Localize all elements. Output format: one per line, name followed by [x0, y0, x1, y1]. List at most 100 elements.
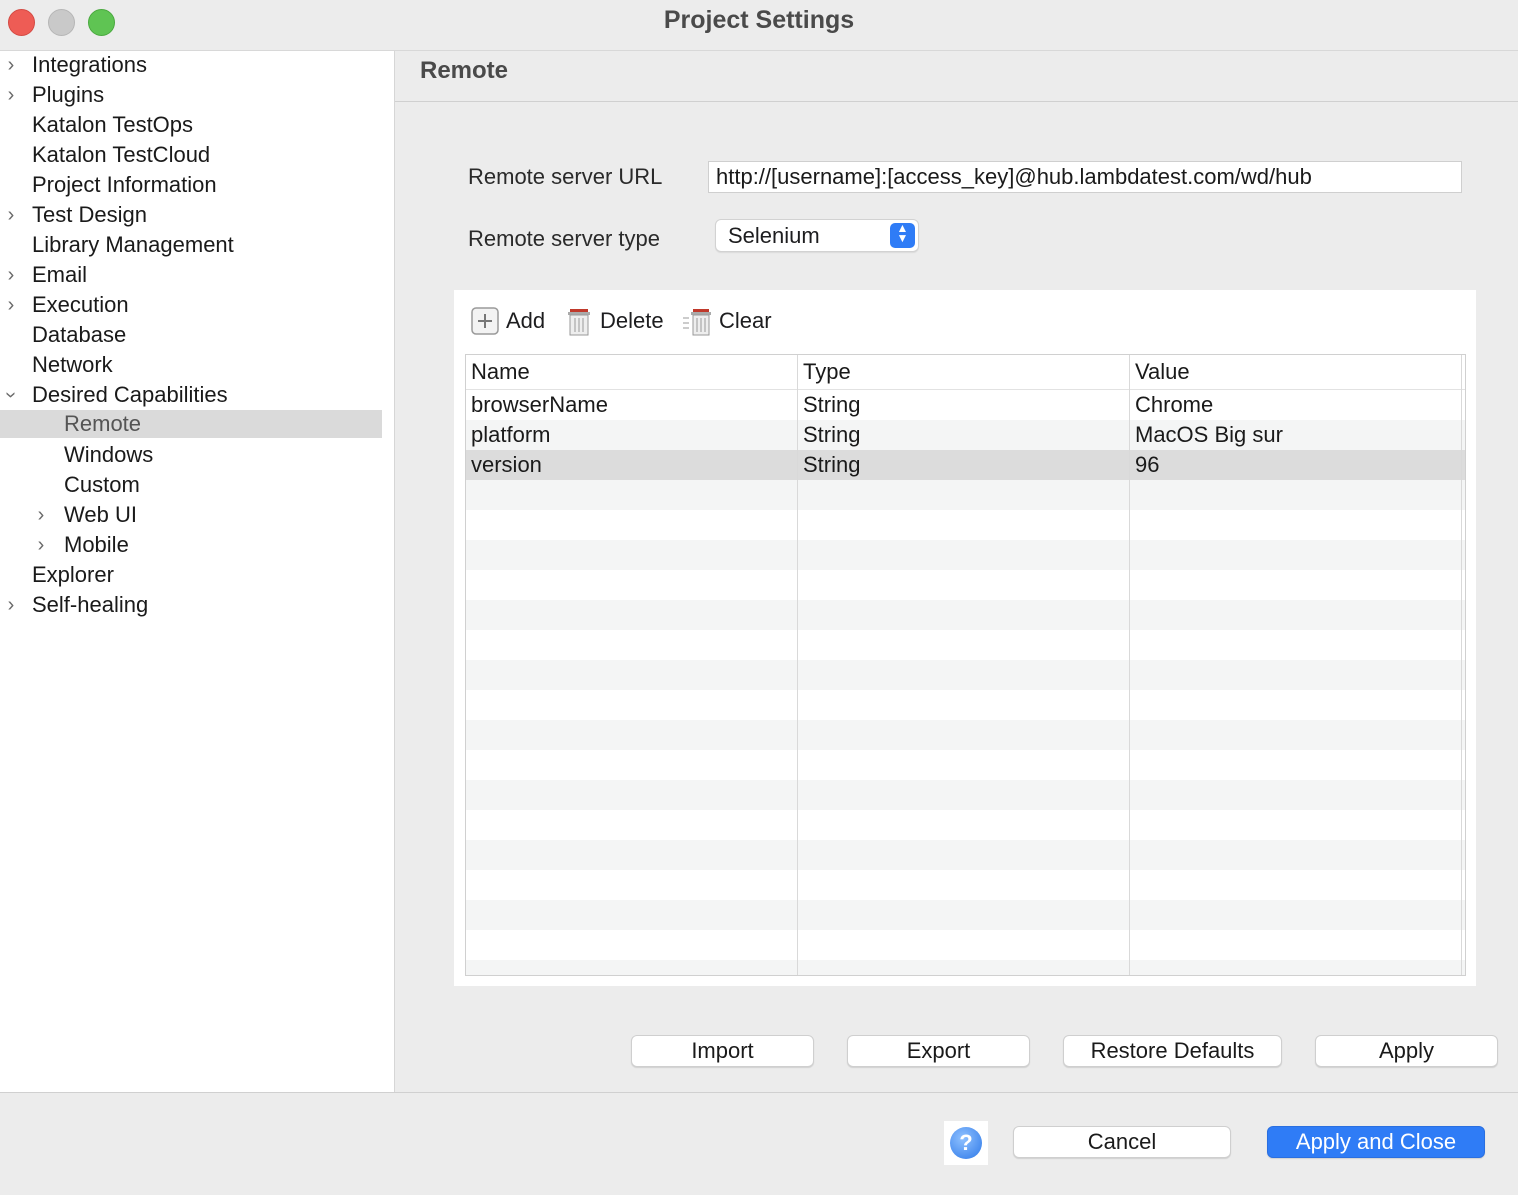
- chevron-right-icon[interactable]: ›: [0, 51, 22, 79]
- restore-defaults-button[interactable]: Restore Defaults: [1063, 1035, 1282, 1067]
- tree-item-label: Plugins: [32, 82, 105, 107]
- tree-item-self-healing[interactable]: › Self-healing: [0, 591, 382, 619]
- capabilities-table: Name Type Value browserName String Chrom…: [465, 354, 1466, 976]
- settings-tree: › Integrations › Plugins Katalon TestOps…: [0, 51, 395, 1092]
- tree-item-label: Execution: [32, 292, 129, 317]
- remote-type-label: Remote server type: [468, 226, 660, 251]
- chevron-right-icon[interactable]: ›: [0, 591, 22, 619]
- tree-item-network[interactable]: Network: [0, 351, 382, 379]
- trash-icon: [568, 309, 590, 336]
- export-button[interactable]: Export: [847, 1035, 1030, 1067]
- empty-row: [466, 630, 1465, 660]
- cell-value[interactable]: 96: [1135, 451, 1159, 479]
- empty-row: [466, 750, 1465, 780]
- tree-item-label: Self-healing: [32, 592, 149, 617]
- delete-button[interactable]: Delete: [564, 304, 674, 338]
- tree-item-execution[interactable]: › Execution: [0, 291, 382, 319]
- tree-item-plugins[interactable]: › Plugins: [0, 81, 382, 109]
- apply-button[interactable]: Apply: [1315, 1035, 1498, 1067]
- empty-row: [466, 720, 1465, 750]
- column-header-value[interactable]: Value: [1135, 358, 1190, 386]
- tree-item-label: Library Management: [32, 232, 234, 257]
- cell-name[interactable]: platform: [471, 421, 550, 449]
- page-title: Remote: [420, 57, 509, 84]
- tree-item-project-information[interactable]: Project Information: [0, 171, 382, 199]
- tree-item-label: Custom: [64, 472, 140, 497]
- tree-item-database[interactable]: Database: [0, 321, 382, 349]
- tree-item-web-ui[interactable]: › Web UI: [0, 501, 382, 529]
- table-header: Name Type Value: [466, 355, 1465, 390]
- empty-row: [466, 900, 1465, 930]
- remote-type-value: Selenium: [728, 223, 820, 248]
- chevron-right-icon[interactable]: ›: [0, 201, 22, 229]
- add-label: Add: [506, 308, 546, 333]
- column-divider: [797, 355, 798, 975]
- chevron-right-icon[interactable]: ›: [0, 81, 22, 109]
- empty-row: [466, 810, 1465, 840]
- cell-type[interactable]: String: [803, 421, 860, 449]
- remote-url-label: Remote server URL: [468, 164, 663, 189]
- cancel-button[interactable]: Cancel: [1013, 1126, 1231, 1158]
- tree-item-label: Mobile: [64, 532, 129, 557]
- cell-type[interactable]: String: [803, 391, 860, 419]
- column-header-name[interactable]: Name: [471, 358, 530, 386]
- dialog-footer: ? Cancel Apply and Close: [0, 1092, 1518, 1195]
- settings-page: Remote Remote server URL Remote server t…: [395, 51, 1518, 1092]
- tree-item-remote[interactable]: Remote: [0, 410, 382, 438]
- import-button[interactable]: Import: [631, 1035, 814, 1067]
- cell-value[interactable]: MacOS Big sur: [1135, 421, 1283, 449]
- table-row-selected[interactable]: version String 96: [466, 450, 1465, 480]
- cell-type[interactable]: String: [803, 451, 860, 479]
- chevron-right-icon[interactable]: ›: [0, 291, 22, 319]
- tree-item-label: Windows: [64, 442, 154, 467]
- chevron-right-icon[interactable]: ›: [30, 531, 52, 559]
- cell-value[interactable]: Chrome: [1135, 391, 1213, 419]
- apply-and-close-button[interactable]: Apply and Close: [1267, 1126, 1485, 1158]
- remote-url-input[interactable]: [708, 161, 1462, 193]
- tree-item-email[interactable]: › Email: [0, 261, 382, 289]
- clear-all-icon: [683, 309, 711, 336]
- tree-item-library-management[interactable]: Library Management: [0, 231, 382, 259]
- tree-item-custom[interactable]: Custom: [0, 471, 382, 499]
- tree-item-label: Test Design: [32, 202, 147, 227]
- help-button[interactable]: ?: [944, 1121, 988, 1165]
- select-stepper-icon: ▲ ▼: [890, 222, 915, 248]
- tree-item-label: Network: [32, 352, 113, 377]
- column-header-type[interactable]: Type: [803, 358, 851, 386]
- table-row[interactable]: browserName String Chrome: [466, 390, 1465, 420]
- tree-item-label: Email: [32, 262, 88, 287]
- tree-item-desired-capabilities[interactable]: › Desired Capabilities: [0, 381, 382, 409]
- tree-item-label: Desired Capabilities: [32, 382, 228, 407]
- add-button[interactable]: Add: [470, 304, 550, 338]
- tree-item-windows[interactable]: Windows: [0, 441, 382, 469]
- chevron-down-icon[interactable]: ›: [0, 384, 25, 406]
- capabilities-panel: Add Delete Clear Name Type Value browser…: [454, 290, 1476, 986]
- tree-item-explorer[interactable]: Explorer: [0, 561, 382, 589]
- tree-item-mobile[interactable]: › Mobile: [0, 531, 382, 559]
- cell-name[interactable]: browserName: [471, 391, 608, 419]
- tree-item-label: Explorer: [32, 562, 114, 587]
- empty-row: [466, 870, 1465, 900]
- empty-row: [466, 510, 1465, 540]
- tree-item-label: Project Information: [32, 172, 217, 197]
- empty-row: [466, 960, 1465, 975]
- window-title: Project Settings: [663, 6, 855, 34]
- divider: [395, 101, 1518, 102]
- tree-item-test-design[interactable]: › Test Design: [0, 201, 382, 229]
- tree-item-label: Integrations: [32, 52, 147, 77]
- tree-item-label: Web UI: [64, 502, 137, 527]
- add-icon: [471, 307, 499, 335]
- remote-type-select[interactable]: Selenium ▲ ▼: [715, 219, 919, 252]
- cell-name[interactable]: version: [471, 451, 542, 479]
- tree-item-label: Katalon TestOps: [32, 112, 194, 137]
- tree-item-integrations[interactable]: › Integrations: [0, 51, 382, 79]
- table-row[interactable]: platform String MacOS Big sur: [466, 420, 1465, 450]
- tree-item-label: Remote: [64, 411, 142, 436]
- clear-button[interactable]: Clear: [683, 304, 783, 338]
- empty-row: [466, 480, 1465, 510]
- title-bar: Project Settings: [0, 0, 1518, 51]
- tree-item-katalon-testcloud[interactable]: Katalon TestCloud: [0, 141, 382, 169]
- chevron-right-icon[interactable]: ›: [0, 261, 22, 289]
- chevron-right-icon[interactable]: ›: [30, 501, 52, 529]
- tree-item-katalon-testops[interactable]: Katalon TestOps: [0, 111, 382, 139]
